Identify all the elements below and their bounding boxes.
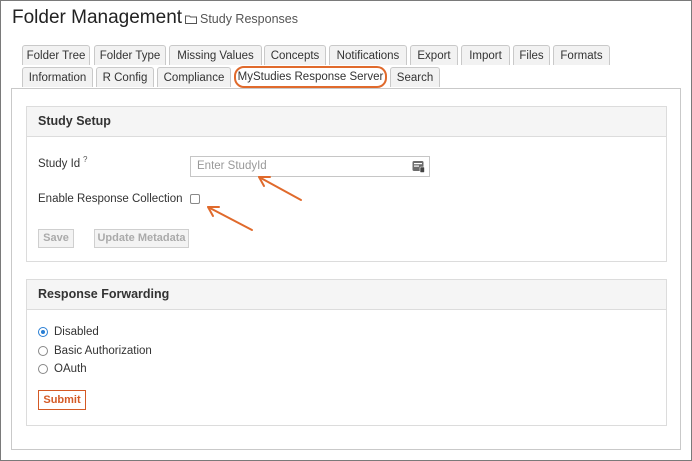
- enable-response-collection-checkbox[interactable]: [190, 194, 200, 204]
- radio-disabled[interactable]: [38, 327, 48, 337]
- tab-information[interactable]: Information: [22, 67, 93, 87]
- study-id-input[interactable]: Enter StudyId: [190, 156, 430, 177]
- folder-icon: [185, 15, 197, 24]
- study-id-label: Study Id: [38, 158, 81, 170]
- tab-export[interactable]: Export: [410, 45, 458, 65]
- radio-basic-authorization-label: Basic Authorization: [54, 345, 152, 357]
- tab-concepts[interactable]: Concepts: [264, 45, 326, 65]
- radio-basic-authorization[interactable]: [38, 346, 48, 356]
- tab-formats[interactable]: Formats: [553, 45, 610, 65]
- radio-oauth[interactable]: [38, 364, 48, 374]
- enable-response-collection-label: Enable Response Collection: [38, 193, 183, 205]
- tab-search[interactable]: Search: [390, 67, 440, 87]
- update-metadata-button[interactable]: Update Metadata: [94, 229, 189, 248]
- tab-folder-tree[interactable]: Folder Tree: [22, 45, 90, 65]
- breadcrumb-label: Study Responses: [200, 12, 298, 26]
- tab-mystudies-response-server[interactable]: MyStudies Response Server: [234, 66, 387, 88]
- tab-r-config[interactable]: R Config: [96, 67, 154, 87]
- radio-disabled-label: Disabled: [54, 326, 99, 338]
- breadcrumb[interactable]: Study Responses: [185, 12, 298, 26]
- tab-missing-values[interactable]: Missing Values: [169, 45, 262, 65]
- study-id-placeholder: Enter StudyId: [197, 160, 267, 172]
- tab-files[interactable]: Files: [513, 45, 550, 65]
- tab-import[interactable]: Import: [461, 45, 510, 65]
- tab-notifications[interactable]: Notifications: [329, 45, 407, 65]
- tab-folder-type[interactable]: Folder Type: [94, 45, 166, 65]
- input-clipboard-icon[interactable]: [412, 160, 425, 173]
- study-setup-heading: Study Setup: [27, 107, 666, 137]
- help-icon[interactable]: ?: [83, 155, 87, 164]
- save-button[interactable]: Save: [38, 229, 74, 248]
- submit-button[interactable]: Submit: [38, 390, 86, 410]
- radio-oauth-label: OAuth: [54, 363, 87, 375]
- page-title: Folder Management: [12, 7, 183, 28]
- response-forwarding-heading: Response Forwarding: [27, 280, 666, 310]
- tab-compliance[interactable]: Compliance: [157, 67, 231, 87]
